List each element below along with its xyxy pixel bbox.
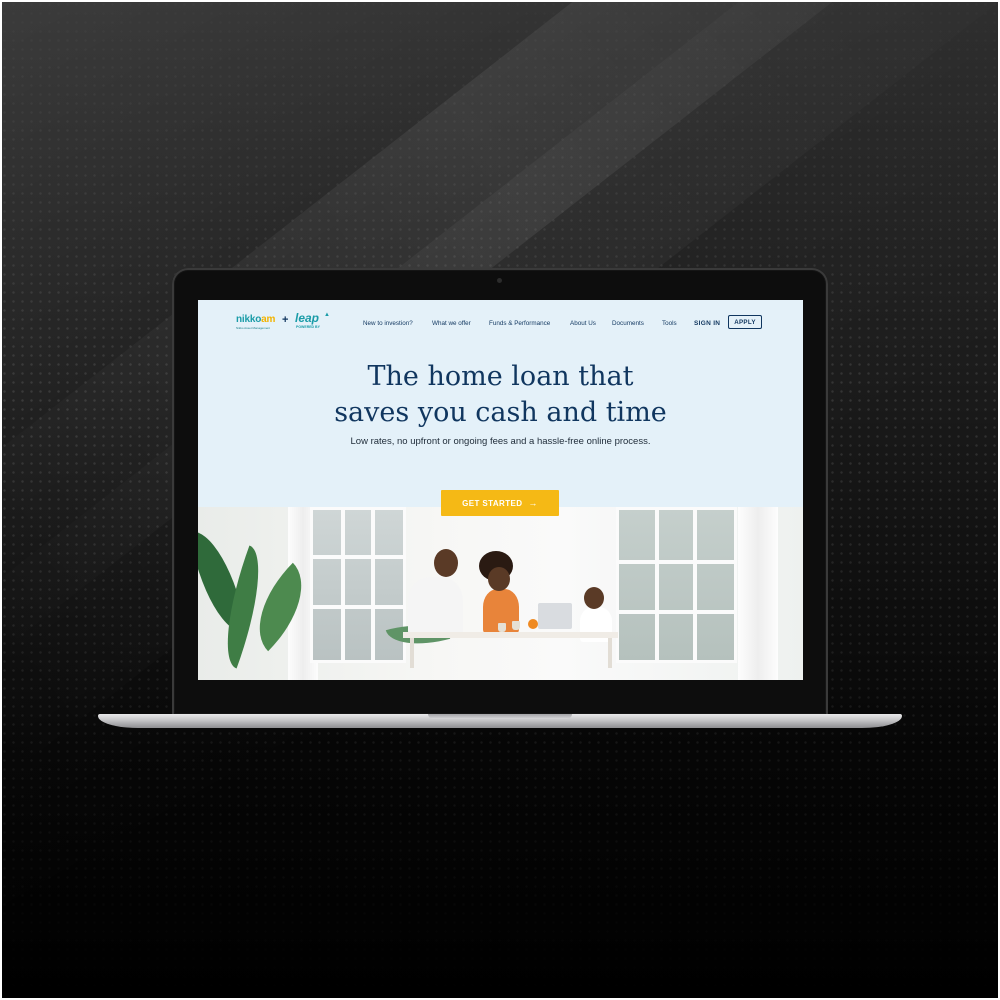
photo-table-leg bbox=[410, 638, 414, 668]
photo-person-child-head bbox=[584, 587, 604, 609]
arrow-right-icon: → bbox=[528, 498, 538, 508]
laptop-base bbox=[98, 714, 902, 728]
site-header: nikkoam Nikko Asset Management + leap ▲ … bbox=[198, 300, 803, 346]
photo-person-father-head bbox=[434, 549, 458, 577]
camera-icon bbox=[497, 278, 502, 283]
nikko-tagline: Nikko Asset Management bbox=[236, 326, 271, 330]
photo-person-father bbox=[408, 577, 463, 637]
photo-window-right bbox=[616, 507, 737, 663]
photo-orange bbox=[528, 619, 538, 629]
laptop-lid: nikkoam Nikko Asset Management + leap ▲ … bbox=[172, 268, 828, 716]
hero-title-line-1: The home loan that bbox=[367, 361, 634, 392]
hero-title: The home loan that saves you cash and ti… bbox=[198, 359, 803, 431]
photo-table-leg bbox=[608, 638, 612, 668]
photo-table bbox=[403, 632, 618, 638]
hero-photo bbox=[198, 507, 803, 680]
photo-cup bbox=[498, 623, 506, 632]
photo-window-left bbox=[310, 507, 406, 663]
photo-cup bbox=[512, 621, 520, 630]
nav-link-documents[interactable]: Documents bbox=[612, 320, 644, 327]
nikko-logo: nikkoam bbox=[236, 314, 276, 325]
apply-button[interactable]: APPLY bbox=[728, 315, 762, 329]
laptop-notch bbox=[428, 714, 572, 719]
nav-link-funds-performance[interactable]: Funds & Performance bbox=[489, 320, 550, 327]
nav-link-about-us[interactable]: About Us bbox=[570, 320, 596, 327]
nav-link-new-to-investing[interactable]: New to investion? bbox=[363, 320, 413, 327]
photo-person-mother-head bbox=[488, 567, 510, 591]
get-started-label: GET STARTED bbox=[462, 498, 523, 508]
logo-plus: + bbox=[282, 314, 289, 326]
browser-screen: nikkoam Nikko Asset Management + leap ▲ … bbox=[198, 300, 803, 680]
leap-tagline: POWERED BY bbox=[296, 325, 320, 329]
photo-curtain bbox=[738, 507, 778, 680]
hero-title-line-2: saves you cash and time bbox=[334, 397, 667, 428]
nav-link-what-we-offer[interactable]: What we offer bbox=[432, 320, 471, 327]
nav-link-tools[interactable]: Tools bbox=[662, 320, 677, 327]
hero-subtitle: Low rates, no upfront or ongoing fees an… bbox=[350, 436, 651, 447]
leap-mark-icon: ▲ bbox=[324, 312, 330, 318]
sign-in-link[interactable]: SIGN IN bbox=[694, 320, 720, 327]
leap-logo: leap bbox=[295, 311, 320, 325]
photo-laptop bbox=[538, 603, 572, 629]
get-started-button[interactable]: GET STARTED → bbox=[441, 490, 559, 516]
